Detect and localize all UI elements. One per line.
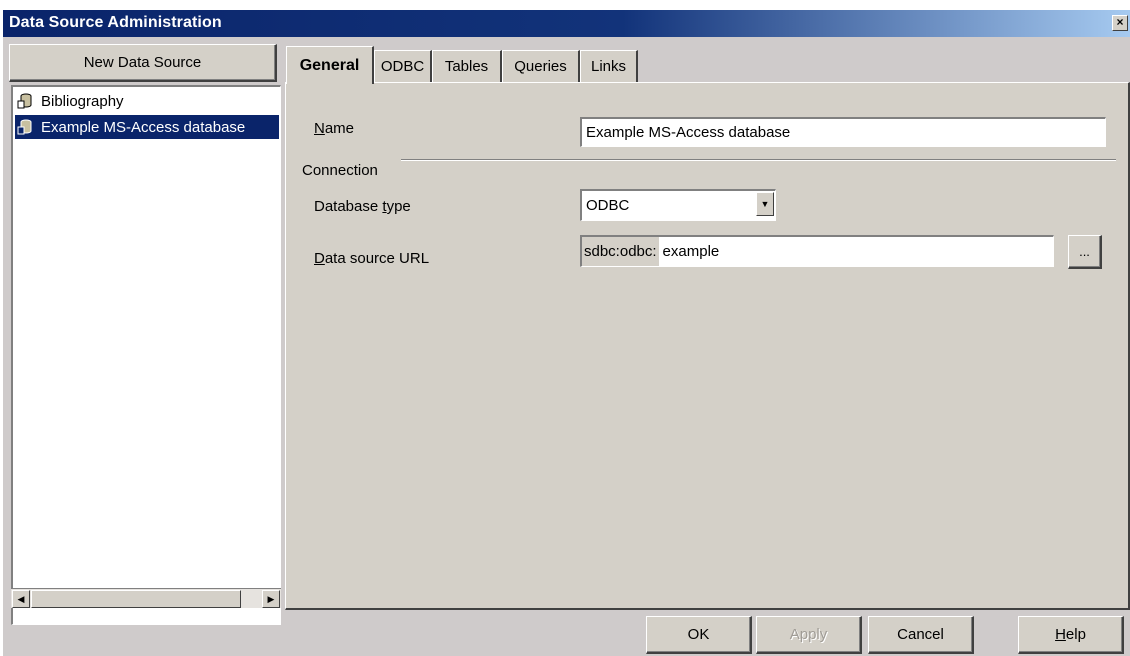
browse-button[interactable]: ...	[1068, 235, 1102, 269]
help-button[interactable]: Help	[1018, 616, 1124, 654]
database-type-value: ODBC	[586, 197, 630, 214]
connection-group-label: Connection	[302, 162, 378, 179]
horizontal-scrollbar[interactable]: ◀ ▶	[11, 588, 281, 608]
tab-links[interactable]: Links	[580, 50, 638, 82]
apply-button: Apply	[756, 616, 862, 654]
scroll-right-icon[interactable]: ▶	[262, 590, 280, 608]
cancel-button[interactable]: Cancel	[868, 616, 974, 654]
ok-button[interactable]: OK	[646, 616, 752, 654]
scroll-thumb[interactable]	[31, 590, 241, 608]
chevron-down-icon[interactable]: ▼	[756, 192, 774, 216]
list-item-label: Example MS-Access database	[41, 118, 246, 136]
window-title: Data Source Administration	[9, 14, 222, 31]
database-type-label: Database type	[314, 198, 411, 215]
data-source-admin-window: Data Source Administration × New Data So…	[3, 10, 1130, 656]
list-item-label: Bibliography	[41, 92, 124, 110]
name-field-value: Example MS-Access database	[586, 124, 791, 141]
tab-tables[interactable]: Tables	[432, 50, 502, 82]
data-source-url-label: Data source URL	[314, 250, 430, 267]
tab-queries[interactable]: Queries	[502, 50, 580, 82]
name-label: Name	[314, 120, 355, 137]
data-source-url-field[interactable]: sdbc:odbc: example	[580, 235, 1054, 267]
general-tab-panel: Name Example MS-Access database Connecti…	[285, 82, 1130, 610]
database-type-select[interactable]: ODBC ▼	[580, 189, 776, 221]
tab-general[interactable]: General	[286, 46, 374, 84]
list-item-example-ms-access[interactable]: Example MS-Access database	[15, 115, 279, 139]
close-icon[interactable]: ×	[1112, 15, 1128, 31]
tab-odbc[interactable]: ODBC	[374, 50, 432, 82]
data-source-list[interactable]: Bibliography Example MS-Access database	[11, 85, 281, 625]
new-data-source-button[interactable]: New Data Source	[9, 44, 277, 82]
list-item-bibliography[interactable]: Bibliography	[15, 89, 279, 113]
title-bar[interactable]: Data Source Administration ×	[3, 10, 1130, 37]
database-icon	[17, 93, 32, 109]
database-icon	[17, 119, 32, 135]
url-value: example	[662, 243, 720, 260]
connection-divider	[401, 159, 1116, 161]
name-field[interactable]: Example MS-Access database	[580, 117, 1106, 147]
scroll-left-icon[interactable]: ◀	[12, 590, 30, 608]
url-prefix: sdbc:odbc:	[582, 237, 659, 266]
